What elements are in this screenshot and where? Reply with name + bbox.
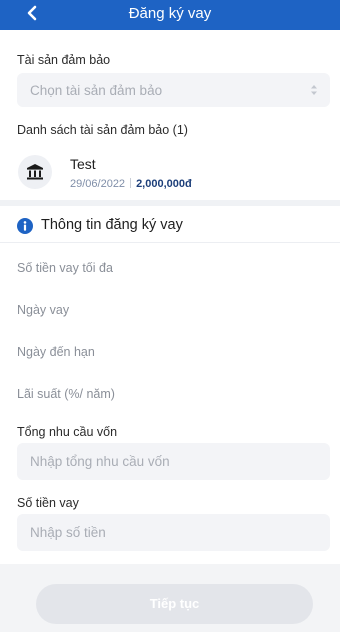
- info-icon: [17, 218, 33, 234]
- max-amount-label: Số tiền vay tối đa: [17, 261, 113, 275]
- asset-list-title: Danh sách tài sản đảm bảo (1): [17, 123, 188, 137]
- asset-name: Test: [70, 156, 96, 172]
- collateral-select-placeholder: Chọn tài sản đảm bảo: [30, 83, 163, 98]
- continue-button[interactable]: Tiếp tục: [36, 584, 313, 624]
- asset-amount: 2,000,000đ: [136, 178, 192, 190]
- loan-info-title: Thông tin đăng ký vay: [41, 217, 183, 233]
- app-header: Đăng ký vay: [0, 0, 340, 30]
- meta-separator: [130, 178, 132, 188]
- loan-date-label: Ngày vay: [17, 303, 70, 317]
- sort-caret-icon: [311, 85, 317, 95]
- due-date-label: Ngày đến hạn: [17, 345, 95, 359]
- capital-need-input[interactable]: [17, 443, 330, 480]
- section-divider: [0, 200, 340, 206]
- collateral-select[interactable]: Chọn tài sản đảm bảo: [17, 73, 330, 107]
- interest-rate-label: Lãi suất (%/ năm): [17, 387, 115, 401]
- page-title: Đăng ký vay: [128, 5, 212, 22]
- loan-amount-label: Số tiền vay: [17, 496, 79, 510]
- capital-need-label: Tổng nhu cầu vốn: [17, 425, 118, 439]
- asset-avatar: [18, 155, 52, 189]
- collateral-label: Tài sản đảm bảo: [17, 53, 111, 67]
- asset-list-item[interactable]: Test 29/06/2022 2,000,000đ: [0, 144, 340, 200]
- asset-date: 29/06/2022: [70, 178, 126, 190]
- footer-bar: Tiếp tục: [0, 564, 340, 632]
- section-divider: [0, 242, 340, 243]
- asset-meta: 29/06/2022 2,000,000đ: [70, 178, 192, 190]
- loan-amount-input[interactable]: [17, 514, 330, 551]
- bank-icon: [27, 164, 43, 180]
